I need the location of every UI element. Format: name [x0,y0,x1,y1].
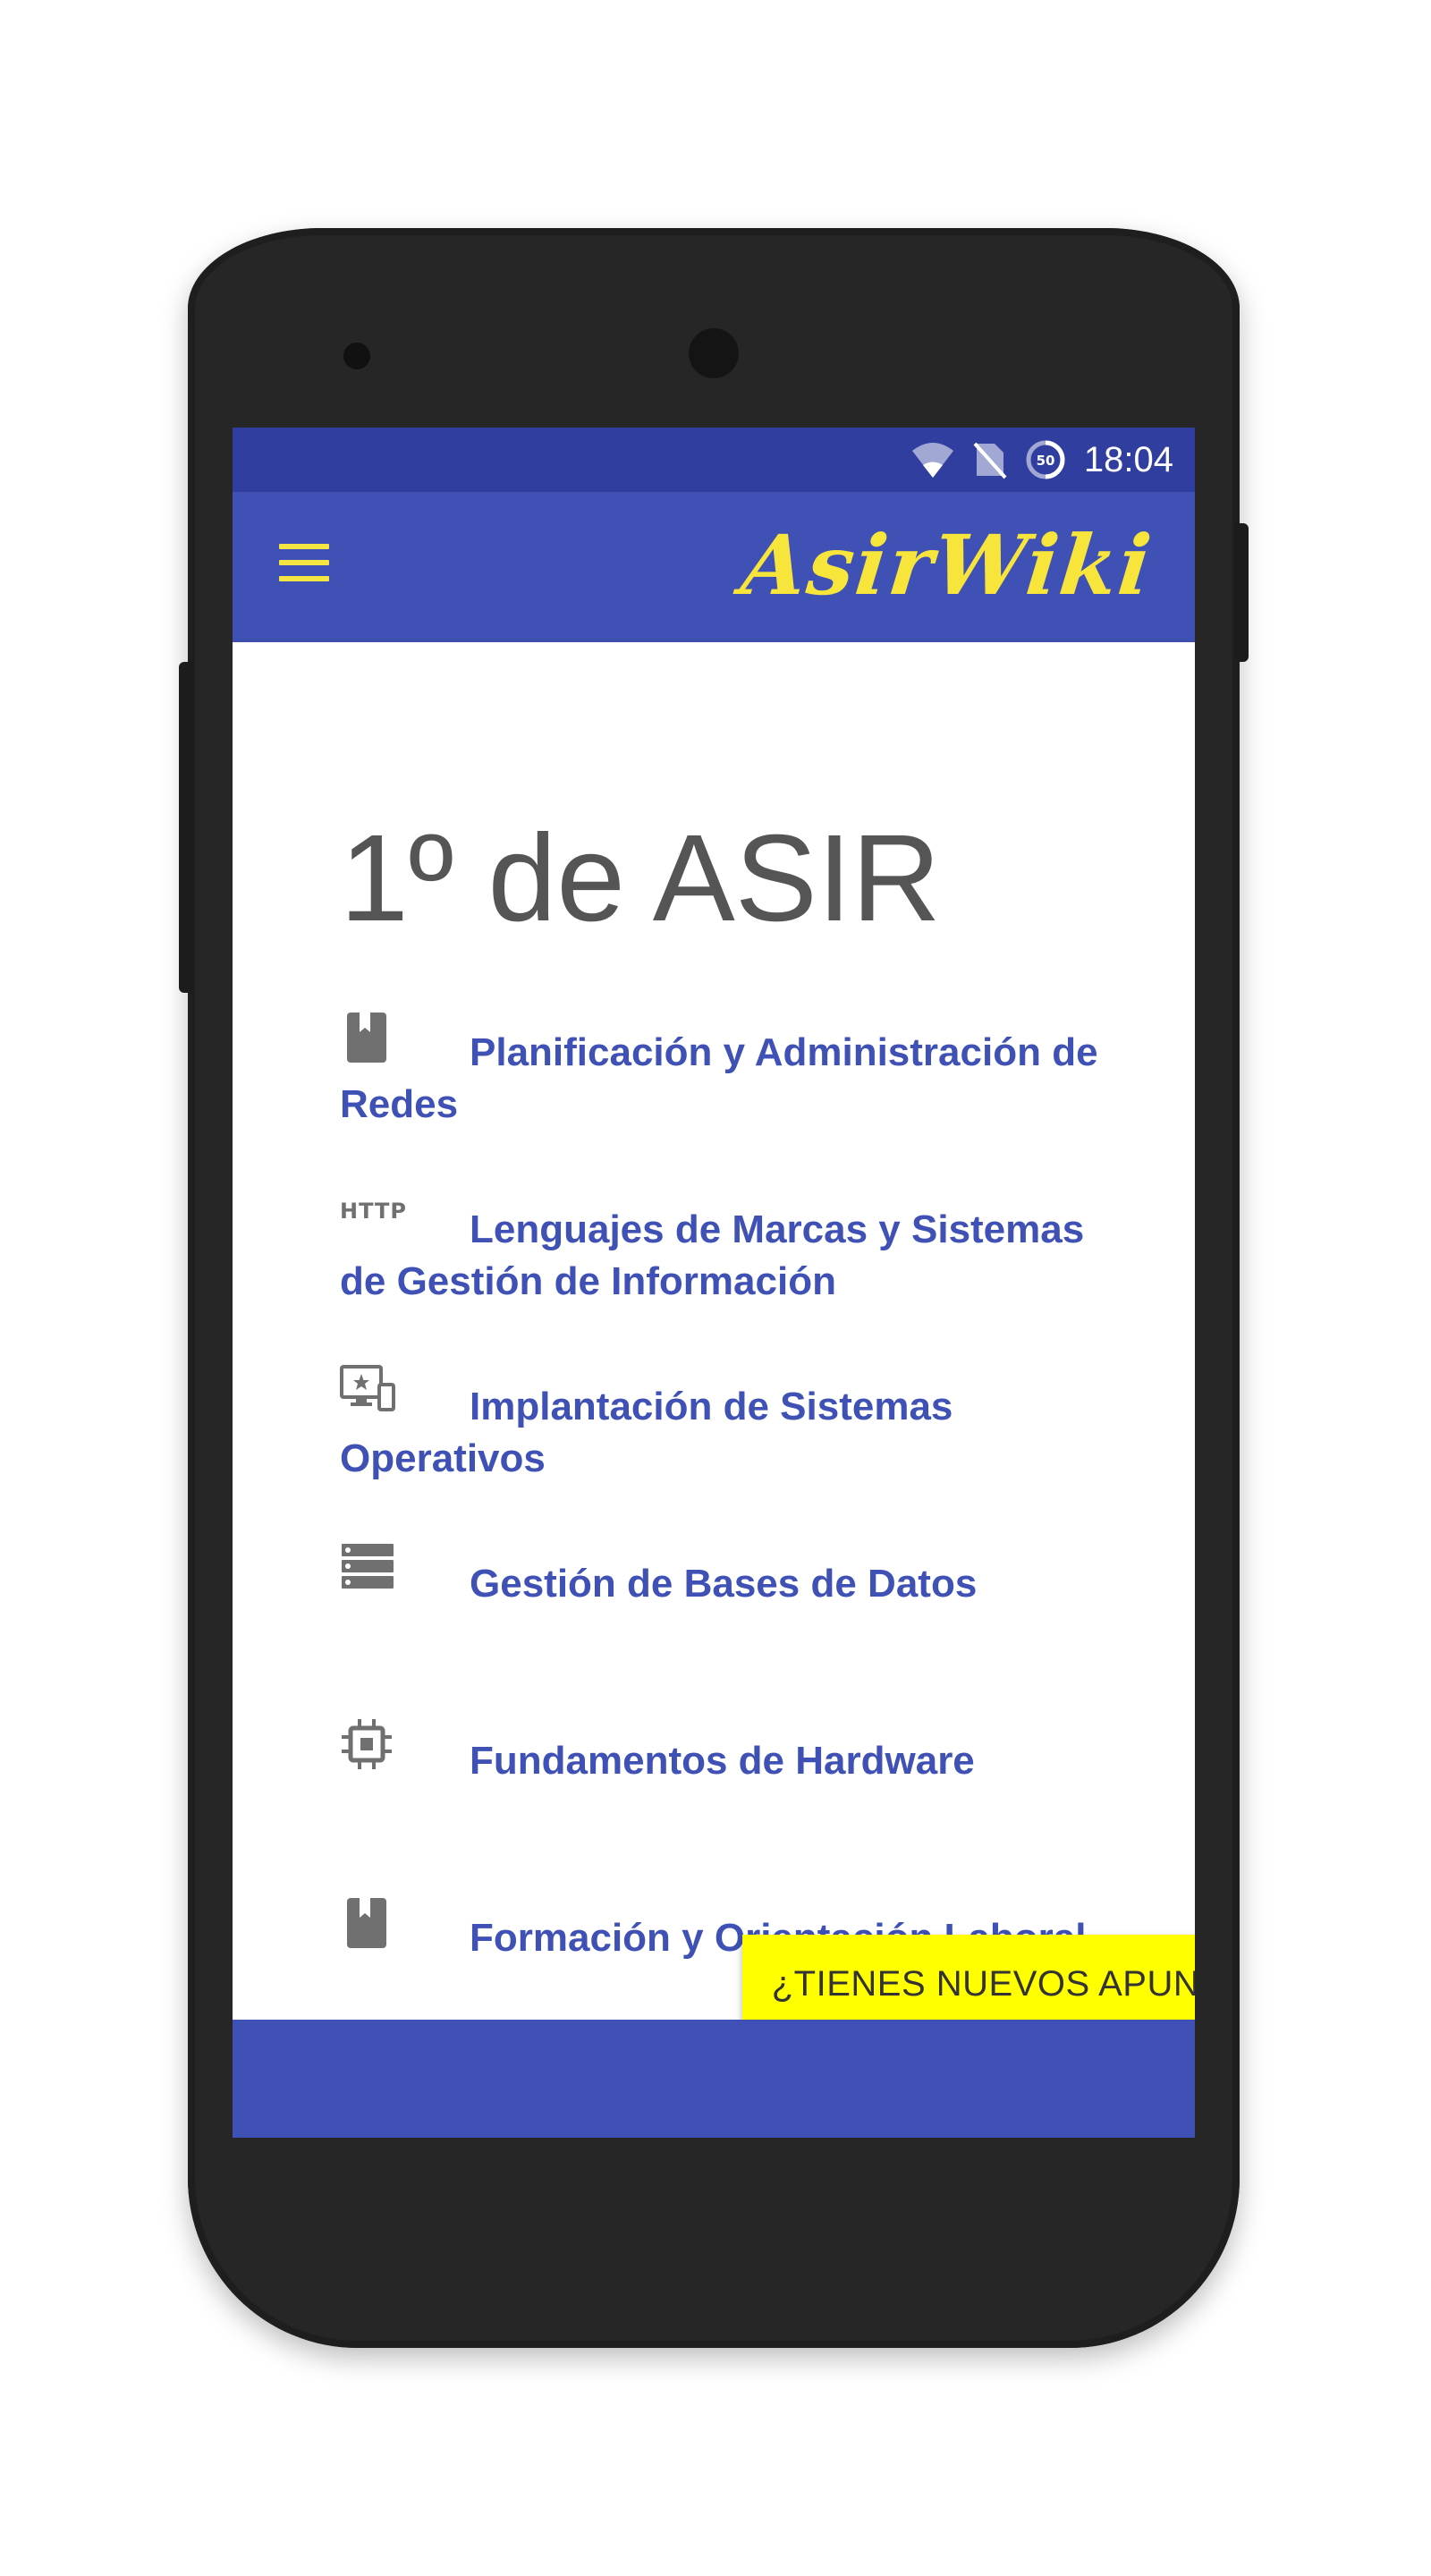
course-item-bases-datos[interactable]: Gestión de Bases de Datos [340,1540,1109,1717]
course-label[interactable]: Planificación y Administración de Redes [340,1009,1109,1131]
app-bar: AsirWiki [233,492,1195,642]
no-sim-icon [973,442,1007,479]
page-title: 1º de ASIR [340,809,941,947]
bottom-bar [233,2020,1195,2138]
status-icons: 50 18:04 [910,435,1173,485]
volume-button [179,662,193,993]
devices-star-icon [340,1365,395,1411]
proximity-sensor [343,343,370,369]
status-bar: 50 18:04 [233,428,1195,492]
course-item-lenguajes-marcas[interactable]: HTTP Lenguajes de Marcas y Sistemas de G… [340,1186,1109,1363]
course-label[interactable]: Fundamentos de Hardware [340,1717,1109,1787]
course-item-hardware[interactable]: Fundamentos de Hardware [340,1717,1109,1894]
new-notes-button[interactable]: ¿TIENES NUEVOS APUNTES? [742,1935,1195,2031]
power-button [1234,523,1249,662]
course-list: Planificación y Administración de Redes … [340,1009,1109,2072]
status-time: 18:04 [1083,439,1173,479]
course-label[interactable]: Implantación de Sistemas Operativos [340,1363,1109,1485]
book-icon [347,1898,386,1948]
front-camera [689,328,739,378]
http-icon: HTTP [340,1199,407,1224]
database-icon [342,1544,394,1589]
battery-level-text: 50 [1036,453,1054,469]
chip-icon [342,1719,392,1769]
main-content: 1º de ASIR Planificación y Administració… [233,642,1195,2031]
course-item-planificacion-redes[interactable]: Planificación y Administración de Redes [340,1009,1109,1186]
wifi-icon [911,443,953,478]
app-brand-logo: AsirWiki [737,517,1157,614]
course-label[interactable]: Lenguajes de Marcas y Sistemas de Gestió… [340,1186,1109,1308]
battery-saver-icon: 50 [1026,440,1065,479]
course-item-implantacion-so[interactable]: Implantación de Sistemas Operativos [340,1363,1109,1540]
book-icon [347,1013,386,1063]
course-label[interactable]: Gestión de Bases de Datos [340,1540,1109,1610]
app-screen: 50 18:04 AsirWiki 1º de ASIR Planificaci… [233,428,1195,2138]
hamburger-menu-icon[interactable] [279,544,329,581]
